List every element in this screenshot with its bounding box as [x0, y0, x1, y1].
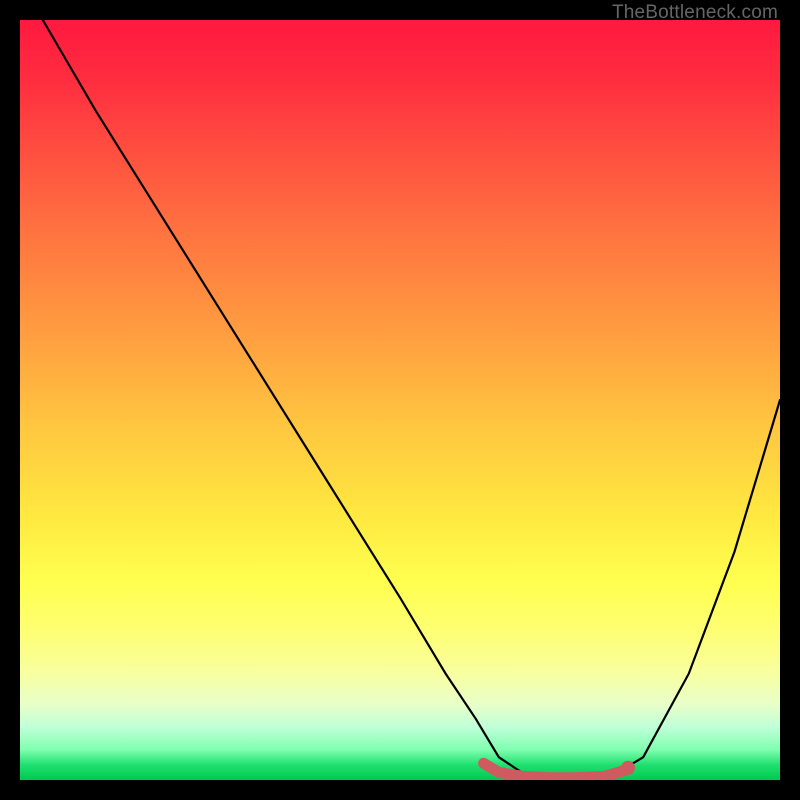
plot-area	[20, 20, 780, 780]
chart-container: TheBottleneck.com	[0, 0, 800, 800]
chart-svg	[20, 20, 780, 780]
highlight-end-dot	[621, 761, 635, 775]
bottleneck-curve-line	[43, 20, 780, 780]
optimal-range-highlight	[484, 763, 628, 777]
